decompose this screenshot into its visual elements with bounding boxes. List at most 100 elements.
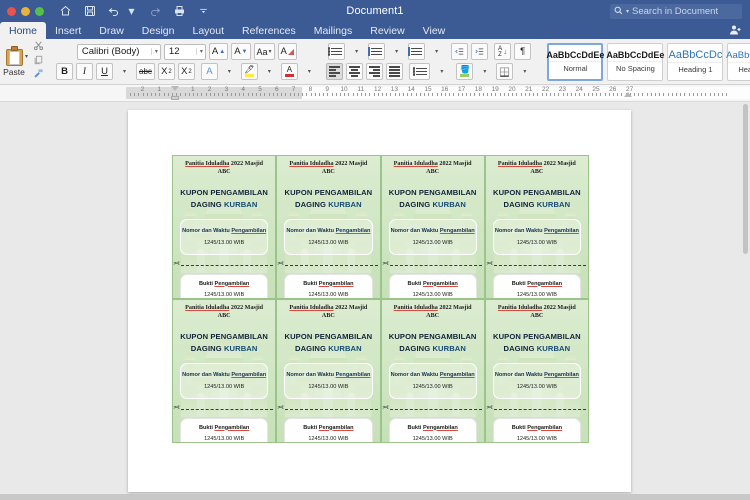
sort-button[interactable]: A Z ↓ <box>494 43 512 60</box>
ruler[interactable]: 2 1 1 2 3 4 5 6 7 8 9 10 11 12 13 14 15 16 17 18 19 20 21 22 23 2… <box>0 85 750 102</box>
numbering-dropdown-icon[interactable]: ▾ <box>388 43 405 60</box>
underline-dropdown-icon[interactable]: ▾ <box>116 63 133 80</box>
paste-button-label[interactable]: Paste <box>3 67 25 77</box>
undo-icon[interactable] <box>106 4 121 19</box>
justify-button[interactable] <box>385 63 403 80</box>
coupon-cut-line: ✂ <box>173 403 275 414</box>
align-left-button[interactable] <box>325 63 343 80</box>
font-name-dropdown-icon[interactable]: ▾ <box>150 48 158 55</box>
left-indent-marker[interactable] <box>171 96 179 100</box>
text-effects-dropdown-icon[interactable]: ▾ <box>221 63 238 80</box>
cut-icon[interactable] <box>31 39 45 52</box>
close-window-button[interactable] <box>7 6 16 16</box>
style-normal[interactable]: AaBbCcDdEe Normal <box>546 42 604 81</box>
print-icon[interactable] <box>172 4 187 19</box>
style-heading-2[interactable]: AaBbCcDdEe Heading 2 <box>726 42 750 81</box>
underline-button[interactable]: U <box>96 63 114 80</box>
coupon-receipt-stub: Bukti Pengambilan 1245/13.00 WIB <box>388 274 477 298</box>
multilevel-list-button[interactable] <box>407 43 426 60</box>
font-size-input[interactable]: 12 ▾ <box>163 43 206 60</box>
grow-font-button[interactable]: A ▲ <box>208 43 229 60</box>
style-heading-1[interactable]: AaBbCcDc Heading 1 <box>667 42 724 81</box>
bullets-button[interactable] <box>327 43 346 60</box>
show-formatting-marks-button[interactable]: ¶ <box>514 43 532 60</box>
tab-design[interactable]: Design <box>133 22 184 39</box>
bold-button[interactable]: B <box>56 63 74 80</box>
subscript-button[interactable]: X2 <box>157 63 175 80</box>
numbering-button[interactable] <box>367 43 386 60</box>
paste-icon[interactable] <box>6 46 23 66</box>
font-color-button[interactable]: A <box>280 63 298 80</box>
scissors-icon: ✂ <box>173 259 180 268</box>
share-person-icon[interactable] <box>729 24 742 39</box>
shading-dropdown-icon[interactable]: ▾ <box>476 63 493 80</box>
coupon-title-org: Panitia Iduladha <box>185 305 230 311</box>
coupon-number-box: Nomor dan Waktu Pengambilan 1245/13.00 WI… <box>284 219 373 255</box>
minimize-window-button[interactable] <box>21 6 30 16</box>
coupon-card[interactable]: Panitia Iduladha 2022 Masjid ABC KUPON PEN… <box>380 299 485 443</box>
quick-access-toolbar[interactable]: ▾ <box>58 4 211 19</box>
font-name-input[interactable]: Calibri (Body) ▾ <box>76 43 161 60</box>
search-input[interactable]: ▾ Search in Document <box>610 4 742 19</box>
multilevel-dropdown-icon[interactable]: ▾ <box>428 43 445 60</box>
align-center-button[interactable] <box>345 63 363 80</box>
tab-draw[interactable]: Draw <box>90 22 133 39</box>
clear-formatting-button[interactable]: A ◢ <box>277 43 298 60</box>
text-effects-button[interactable]: A <box>200 63 218 80</box>
window-controls[interactable] <box>0 6 44 16</box>
save-icon[interactable] <box>82 4 97 19</box>
ruler-tick <box>571 93 572 96</box>
coupon-title-line2: ABC <box>426 168 440 175</box>
document-canvas[interactable]: Panitia Iduladha 2022 Masjid ABC KUPON PEN… <box>0 102 750 500</box>
tab-review[interactable]: Review <box>361 22 413 39</box>
copy-icon[interactable] <box>31 53 45 66</box>
coupon-card[interactable]: Panitia Iduladha 2022 Masjid ABC KUPON PEN… <box>276 155 381 299</box>
tab-layout[interactable]: Layout <box>183 22 233 39</box>
italic-button[interactable]: I <box>76 63 94 80</box>
font-color-dropdown-icon[interactable]: ▾ <box>301 63 318 80</box>
tab-references[interactable]: References <box>233 22 305 39</box>
increase-indent-button[interactable] <box>471 43 489 60</box>
line-spacing-button[interactable]: ↕ <box>408 63 431 80</box>
format-painter-icon[interactable] <box>31 67 45 80</box>
align-right-button[interactable] <box>365 63 383 80</box>
home-icon[interactable] <box>58 4 73 19</box>
shading-button[interactable]: 🪣 <box>456 63 474 80</box>
ruler-tick <box>537 93 539 96</box>
line-spacing-dropdown-icon[interactable]: ▾ <box>433 63 450 80</box>
highlight-dropdown-icon[interactable]: ▾ <box>261 63 278 80</box>
document-page[interactable]: Panitia Iduladha 2022 Masjid ABC KUPON PEN… <box>128 110 631 492</box>
strikethrough-button[interactable]: abc <box>136 63 155 80</box>
superscript-button[interactable]: X2 <box>177 63 195 80</box>
tab-home[interactable]: Home <box>0 22 47 39</box>
ribbon: ▾ Paste Calibri (Body) ▾ 12 ▾ A ▲ A ▼ Aa… <box>0 39 750 85</box>
bullets-dropdown-icon[interactable]: ▾ <box>348 43 365 60</box>
maximize-window-button[interactable] <box>35 6 44 16</box>
style-no-spacing[interactable]: AaBbCcDdEe No Spacing <box>606 42 664 81</box>
coupon-number-value: 1245/13.00 WIB <box>204 384 245 390</box>
first-line-indent-marker[interactable] <box>171 86 179 91</box>
coupon-card[interactable]: Panitia Iduladha 2022 Masjid ABC KUPON PEN… <box>276 299 381 443</box>
search-dropdown-icon[interactable]: ▾ <box>626 8 629 15</box>
undo-dropdown-icon[interactable]: ▾ <box>124 4 139 19</box>
coupon-card[interactable]: Panitia Iduladha 2022 Masjid ABC KUPON PEN… <box>484 155 589 299</box>
tab-view[interactable]: View <box>414 22 455 39</box>
shrink-font-button[interactable]: A ▼ <box>231 43 251 60</box>
coupon-headline-line1: KUPON PENGAMBILAN <box>180 332 268 342</box>
decrease-indent-button[interactable] <box>451 43 469 60</box>
vertical-scrollbar[interactable] <box>743 104 748 254</box>
coupon-card[interactable]: Panitia Iduladha 2022 Masjid ABC KUPON PEN… <box>380 155 485 299</box>
right-indent-marker[interactable] <box>624 92 632 97</box>
change-case-button[interactable]: Aa ▾ <box>253 43 275 60</box>
highlight-button[interactable]: 🖊 <box>240 63 258 80</box>
borders-dropdown-icon[interactable]: ▾ <box>516 63 533 80</box>
borders-button[interactable] <box>496 63 514 80</box>
tab-insert[interactable]: Insert <box>46 22 90 39</box>
coupon-card[interactable]: Panitia Iduladha 2022 Masjid ABC KUPON PEN… <box>172 299 277 443</box>
coupon-card[interactable]: Panitia Iduladha 2022 Masjid ABC KUPON PEN… <box>172 155 277 299</box>
customize-toolbar-icon[interactable] <box>196 4 211 19</box>
tab-mailings[interactable]: Mailings <box>305 22 362 39</box>
redo-icon[interactable] <box>148 4 163 19</box>
font-size-dropdown-icon[interactable]: ▾ <box>195 48 203 55</box>
coupon-card[interactable]: Panitia Iduladha 2022 Masjid ABC KUPON PEN… <box>484 299 589 443</box>
